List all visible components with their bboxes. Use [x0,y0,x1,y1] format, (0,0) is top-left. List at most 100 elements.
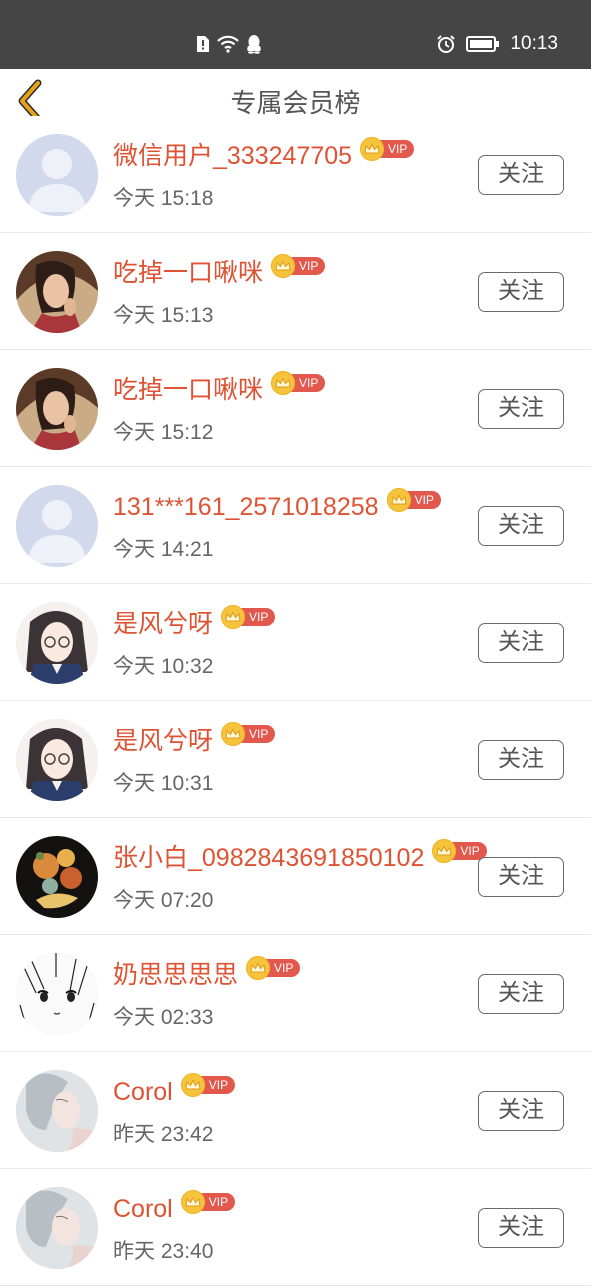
follow-button[interactable]: 关注 [478,857,564,897]
list-item[interactable]: 是风兮呀 VIP 今天 10:31 关注 [0,701,591,818]
vip-badge: VIP [180,1190,236,1214]
crown-badge [221,605,246,629]
status-icons-right: 10:13 [436,31,558,57]
follow-button[interactable]: 关注 [478,506,564,546]
avatar[interactable] [16,1070,98,1152]
member-name-line: 吃掉一口啾咪 VIP [113,370,326,410]
member-list: 微信用户_333247705 VIP 今天 15:18 关注 吃掉一口啾咪 VI… [0,116,591,1286]
follow-button[interactable]: 关注 [478,1091,564,1131]
clock-time: 10:13 [510,33,558,54]
member-name[interactable]: 奶思思思思 [113,955,238,995]
member-name-line: 是风兮呀 VIP [113,604,276,644]
member-time: 今天 10:32 [113,655,214,678]
follow-button[interactable]: 关注 [478,272,564,312]
follow-button[interactable]: 关注 [478,1208,564,1248]
vip-badge: VIP [271,371,326,395]
crown-badge [221,722,246,746]
crown-badge [360,137,385,161]
list-item[interactable]: Corol VIP 昨天 23:42 关注 [0,1052,591,1169]
crown-icon [250,962,266,973]
wifi-icon [217,35,239,53]
vip-label: VIP [241,608,276,626]
avatar[interactable] [16,602,98,684]
member-time: 今天 15:18 [113,187,214,210]
crown-icon [275,377,291,388]
status-icons-center [196,33,262,55]
avatar[interactable] [16,836,98,918]
vip-label: VIP [380,140,415,158]
vip-badge: VIP [180,1073,236,1097]
vip-label: VIP [291,374,326,392]
member-name-line: 131***161_2571018258 VIP [113,487,441,527]
follow-button[interactable]: 关注 [478,389,564,429]
page-title: 专属会员榜 [230,89,361,119]
crown-icon [436,845,452,856]
member-name-line: 吃掉一口啾咪 VIP [113,253,326,293]
member-time: 今天 15:13 [113,304,214,327]
follow-button[interactable]: 关注 [478,740,564,780]
member-name[interactable]: 微信用户_333247705 [113,136,352,176]
crown-icon [185,1196,201,1207]
vip-badge: VIP [221,605,276,629]
crown-badge [180,1190,205,1214]
avatar[interactable] [16,719,98,801]
member-name[interactable]: 是风兮呀 [113,604,213,644]
member-time: 今天 07:20 [113,889,214,912]
avatar[interactable] [16,1187,98,1269]
avatar[interactable] [16,368,98,450]
crown-icon [225,611,241,622]
member-name-line: 是风兮呀 VIP [113,721,276,761]
avatar[interactable] [16,485,98,567]
crown-badge [246,956,271,980]
list-item[interactable]: 吃掉一口啾咪 VIP 今天 15:13 关注 [0,233,591,350]
crown-badge [386,488,411,512]
list-item[interactable]: Corol VIP 昨天 23:40 关注 [0,1169,591,1286]
member-time: 今天 02:33 [113,1006,214,1029]
vip-label: VIP [266,959,301,977]
list-item[interactable]: 是风兮呀 VIP 今天 10:32 关注 [0,584,591,701]
crown-icon [364,143,380,154]
crown-badge [180,1073,205,1097]
member-name[interactable]: Corol [113,1189,173,1229]
list-item[interactable]: 微信用户_333247705 VIP 今天 15:18 关注 [0,116,591,233]
vip-badge: VIP [271,254,326,278]
crown-icon [390,494,407,505]
vip-badge: VIP [221,722,276,746]
list-item[interactable]: 奶思思思思 VIP 今天 02:33 关注 [0,935,591,1052]
follow-button[interactable]: 关注 [478,623,564,663]
vip-label: VIP [291,257,326,275]
crown-icon [185,1079,201,1090]
battery-icon [466,36,500,52]
crown-icon [275,260,291,271]
qq-penguin-icon [247,35,261,54]
alarm-icon [437,35,456,53]
member-name[interactable]: 吃掉一口啾咪 [113,370,263,410]
member-name-line: 奶思思思思 VIP [113,955,301,995]
crown-icon [225,728,241,739]
member-name[interactable]: Corol [113,1072,173,1112]
vip-label: VIP [241,725,276,743]
member-name-line: Corol VIP [113,1189,236,1229]
member-name-line: 张小白_0982843691850102 VIP [113,838,487,878]
follow-button[interactable]: 关注 [478,974,564,1014]
list-item[interactable]: 吃掉一口啾咪 VIP 今天 15:12 关注 [0,350,591,467]
vip-badge: VIP [360,137,415,161]
avatar[interactable] [16,134,98,216]
vip-label: VIP [200,1076,236,1094]
crown-badge [271,254,296,278]
sim-alert-icon [197,36,209,52]
vip-label: VIP [406,491,441,509]
member-name[interactable]: 吃掉一口啾咪 [113,253,263,293]
member-name[interactable]: 张小白_0982843691850102 [113,838,424,878]
member-time: 昨天 23:40 [113,1240,214,1263]
list-item[interactable]: 131***161_2571018258 VIP 今天 14:21 关注 [0,467,591,584]
member-name[interactable]: 131***161_2571018258 [113,487,379,527]
avatar[interactable] [16,251,98,333]
member-name[interactable]: 是风兮呀 [113,721,213,761]
follow-button[interactable]: 关注 [478,155,564,195]
member-name-line: 微信用户_333247705 VIP [113,136,415,176]
vip-badge: VIP [246,956,301,980]
status-bar: 10:13 [0,0,591,69]
avatar[interactable] [16,953,98,1035]
list-item[interactable]: 张小白_0982843691850102 VIP 今天 07:20 关注 [0,818,591,935]
